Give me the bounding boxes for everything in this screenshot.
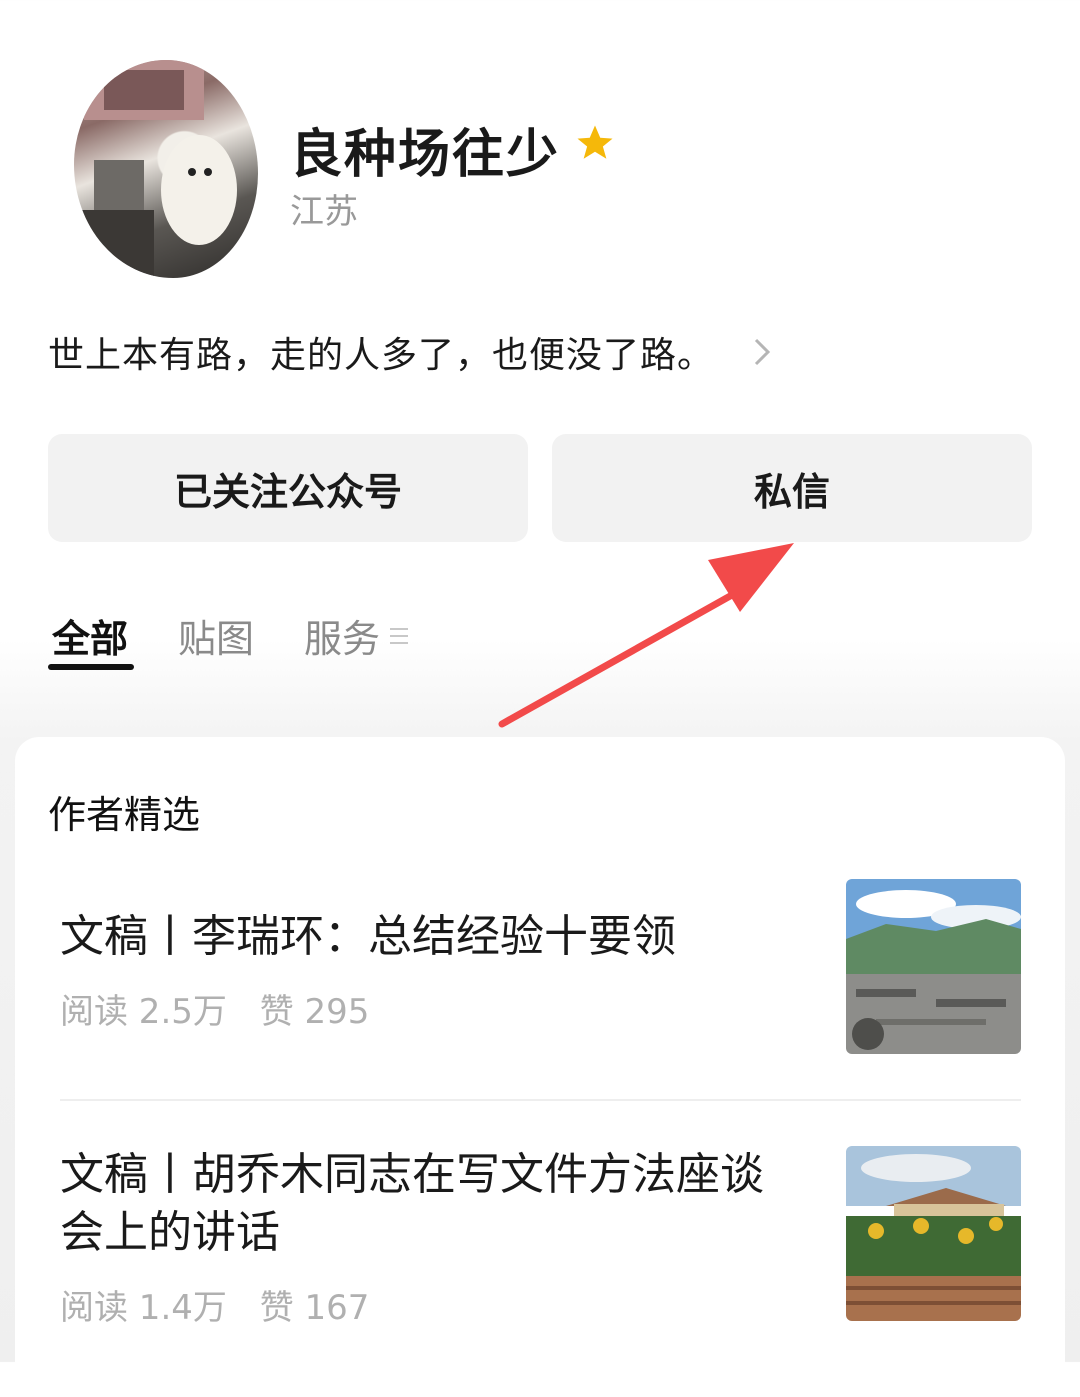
profile-bio[interactable]: 世上本有路，走的人多了，也便没了路。 — [48, 326, 714, 378]
avatar-image — [74, 60, 237, 278]
article-likes: 赞 167 — [259, 1288, 370, 1328]
menu-lines-icon[interactable] — [390, 626, 408, 646]
tab-active-indicator — [48, 664, 134, 670]
section-title: 作者精选 — [48, 793, 201, 837]
avatar[interactable] — [74, 60, 258, 278]
article-title[interactable]: 文稿丨胡乔木同志在写文件方法座谈 会上的讲话 — [60, 1146, 820, 1262]
tab-all[interactable]: 全部 — [52, 608, 128, 663]
article-reads: 阅读 1.4万 — [60, 1288, 227, 1328]
article-thumbnail[interactable] — [846, 1146, 1021, 1321]
chevron-right-icon[interactable] — [748, 334, 776, 370]
tab-stickers[interactable]: 贴图 — [178, 608, 254, 663]
private-message-button[interactable]: 私信 — [552, 434, 1032, 542]
profile-region: 江苏 — [290, 192, 358, 232]
profile-name: 良种场往少 — [290, 125, 561, 185]
divider — [60, 1099, 1021, 1101]
sunflower-field-photo — [846, 1146, 1021, 1321]
article-likes: 赞 295 — [259, 992, 370, 1032]
followed-account-button[interactable]: 已关注公众号 — [48, 434, 528, 542]
article-title[interactable]: 文稿丨李瑞环：总结经验十要领 — [60, 908, 820, 966]
star-icon — [577, 125, 613, 159]
article-meta: 阅读 2.5万 赞 295 — [60, 984, 369, 1033]
article-reads: 阅读 2.5万 — [60, 992, 227, 1032]
article-meta: 阅读 1.4万 赞 167 — [60, 1280, 369, 1329]
article-thumbnail[interactable] — [846, 879, 1021, 1054]
tab-services[interactable]: 服务 — [304, 608, 380, 663]
mountain-town-photo — [846, 879, 1021, 1054]
